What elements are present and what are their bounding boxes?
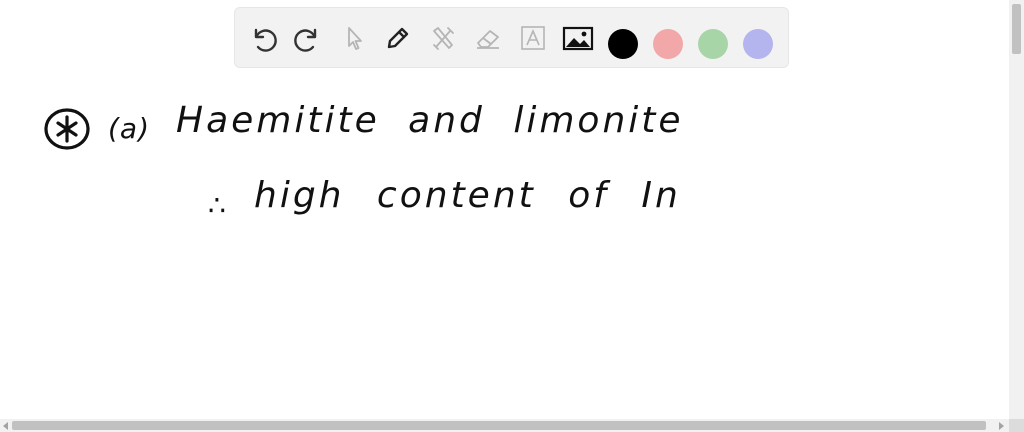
color-swatch-green[interactable]: [698, 29, 728, 59]
vertical-scrollbar[interactable]: [1009, 0, 1024, 419]
redo-icon: [294, 28, 317, 52]
undo-icon: [254, 28, 277, 52]
pencil-icon: [387, 27, 409, 49]
eraser-icon: [477, 30, 499, 49]
answer-line-2: high content of In: [254, 175, 681, 216]
color-swatch-pink[interactable]: [653, 29, 683, 59]
select-tool-button[interactable]: [336, 21, 370, 55]
redo-button[interactable]: [291, 21, 325, 55]
image-icon: [562, 26, 594, 51]
answer-line-1: Haemitite and limonite: [176, 100, 684, 141]
drawing-toolbar: [235, 8, 788, 67]
pencil-tool-button[interactable]: [381, 21, 415, 55]
insert-image-button[interactable]: [561, 21, 595, 55]
question-marker-icon: [44, 108, 90, 150]
tools-icon: [433, 27, 454, 50]
text-icon: [521, 26, 545, 50]
pointer-icon: [348, 27, 362, 50]
scroll-left-arrow-icon[interactable]: [3, 422, 8, 430]
answer-label: (a): [108, 112, 151, 145]
therefore-symbol: ∴: [208, 189, 226, 222]
eraser-tool-button[interactable]: [471, 21, 505, 55]
vertical-scroll-thumb[interactable]: [1012, 4, 1021, 54]
color-swatch-black[interactable]: [608, 29, 638, 59]
scroll-right-arrow-icon[interactable]: [999, 422, 1004, 430]
color-swatch-purple[interactable]: [743, 29, 773, 59]
text-tool-button[interactable]: [516, 21, 550, 55]
tools-button[interactable]: [426, 21, 460, 55]
scrollbar-corner: [1009, 419, 1024, 432]
horizontal-scroll-thumb[interactable]: [12, 421, 986, 430]
undo-button[interactable]: [246, 21, 280, 55]
